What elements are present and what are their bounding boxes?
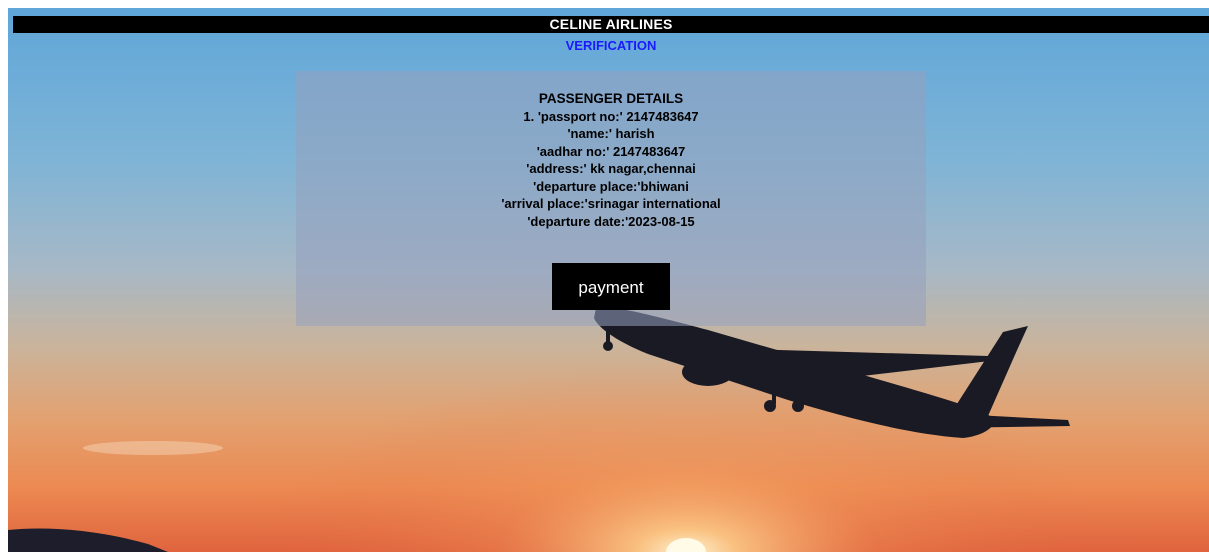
passenger-details: PASSENGER DETAILS 1. 'passport no:' 2147…: [296, 90, 926, 230]
departure-place-line: 'departure place:'bhiwani: [533, 178, 689, 194]
address-line: 'address:' kk nagar,chennai: [526, 161, 696, 176]
payment-button[interactable]: payment: [552, 263, 670, 310]
passenger-details-panel: PASSENGER DETAILS 1. 'passport no:' 2147…: [296, 71, 926, 326]
name-line: 'name:' harish: [567, 126, 655, 141]
departure-date-line: 'departure date:'2023-08-15: [527, 213, 695, 229]
aadhar-line: 'aadhar no:' 2147483647: [536, 143, 686, 159]
passport-line: 1. 'passport no:' 2147483647: [523, 108, 699, 124]
page-title: VERIFICATION: [565, 38, 657, 53]
app-title: CELINE AIRLINES: [13, 16, 1209, 33]
arrival-place-line: 'arrival place:'srinagar international: [501, 196, 721, 211]
passenger-details-heading: PASSENGER DETAILS: [538, 91, 684, 106]
page: CELINE AIRLINES VERIFICATION PASSENGER D…: [8, 8, 1209, 552]
